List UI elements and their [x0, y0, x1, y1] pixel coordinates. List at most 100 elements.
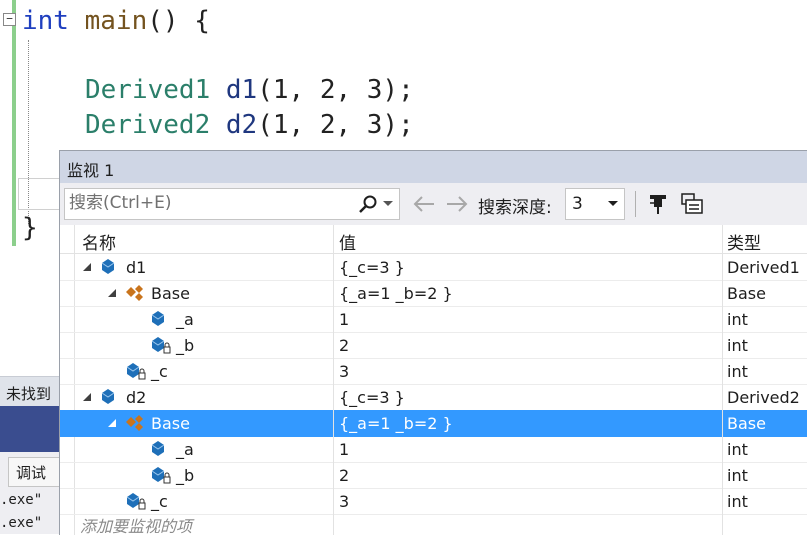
chevron-down-icon[interactable] [608, 201, 618, 207]
row-name: _a [176, 440, 194, 459]
search-depth-value: 3 [572, 194, 583, 214]
private-field-icon [126, 363, 146, 380]
watch-row[interactable]: d1 {_c=3 } Derived1 [60, 254, 807, 281]
column-divider[interactable] [722, 225, 723, 535]
search-icon[interactable] [357, 194, 379, 214]
watch-row[interactable]: _c 3 int [60, 358, 807, 385]
code-punct: () { [147, 6, 210, 36]
private-field-icon [126, 493, 146, 510]
search-options-chevron-icon[interactable] [383, 201, 393, 207]
row-type: int [727, 466, 748, 485]
object-icon [151, 311, 165, 326]
var-d2: d2 [225, 110, 258, 140]
error-list-text: 未找到 [6, 385, 52, 403]
output-line: .exe" [0, 492, 43, 508]
expand-triangle-icon[interactable] [107, 418, 117, 428]
var-d1: d1 [225, 75, 258, 105]
code-line-main: int main() { [22, 6, 210, 36]
column-header-value[interactable]: 值 [339, 229, 356, 254]
search-box [64, 188, 400, 220]
function-name: main [84, 6, 148, 36]
watch-window: 监视 1 搜索深度: 3 [59, 150, 807, 535]
row-value[interactable]: 3 [339, 362, 349, 381]
row-value[interactable]: {_a=1 _b=2 } [339, 414, 453, 433]
type-derived2: Derived2 [85, 110, 211, 140]
watch-title: 监视 1 [67, 161, 115, 180]
row-value[interactable]: 2 [339, 336, 349, 355]
base-class-icon [126, 415, 143, 431]
watch-row[interactable]: Base {_a=1 _b=2 } Base [60, 410, 807, 437]
watch-grid: 名称 值 类型 d1 {_c=3 } Derived1 Base {_a=1 _b=2 … [60, 225, 807, 535]
expand-triangle-icon[interactable] [82, 392, 92, 402]
private-field-icon [151, 467, 171, 484]
object-icon [101, 259, 115, 274]
search-depth-select[interactable]: 3 [565, 188, 625, 220]
error-list-header: 未找到 [0, 376, 62, 407]
toolbar-separator [635, 191, 636, 217]
base-class-icon [126, 285, 143, 301]
column-divider[interactable] [333, 225, 334, 535]
code-args: (1, 2, 3); [257, 75, 414, 105]
watch-row[interactable]: _c 3 int [60, 488, 807, 515]
row-type: Derived2 [727, 388, 800, 407]
row-name: _b [176, 466, 195, 485]
code-args: (1, 2, 3); [257, 110, 414, 140]
row-name: _c [151, 362, 168, 381]
watch-row[interactable]: _b 2 int [60, 462, 807, 489]
expand-triangle-icon[interactable] [107, 288, 117, 298]
row-type: int [727, 492, 748, 511]
add-watch-item[interactable]: 添加要监视的项 [80, 513, 192, 535]
row-type: int [727, 440, 748, 459]
debug-tab-label: 调试 [16, 464, 47, 482]
type-derived1: Derived1 [85, 75, 211, 105]
row-name: Base [151, 414, 190, 433]
grid-header: 名称 值 类型 [60, 225, 807, 254]
row-value[interactable]: 3 [339, 492, 349, 511]
row-name: d2 [126, 388, 147, 407]
row-type: int [727, 336, 748, 355]
column-header-type[interactable]: 类型 [727, 229, 761, 254]
brace-text: } [22, 213, 38, 243]
private-field-icon [151, 337, 171, 354]
search-depth-label: 搜索深度: [478, 198, 552, 218]
keyword-int: int [22, 6, 69, 36]
collapse-toggle[interactable]: − [3, 13, 16, 26]
watch-toolbar: 搜索深度: 3 [60, 183, 807, 225]
row-value[interactable]: 2 [339, 466, 349, 485]
closing-brace: } [22, 213, 38, 243]
row-value[interactable]: {_a=1 _b=2 } [339, 284, 453, 303]
output-line: .exe" [0, 515, 43, 531]
row-name: _a [176, 310, 194, 329]
search-input[interactable] [69, 191, 349, 215]
forward-arrow-icon[interactable] [445, 195, 469, 213]
row-name: _c [151, 492, 168, 511]
row-type: Base [727, 284, 766, 303]
row-value[interactable]: 1 [339, 310, 349, 329]
row-name: d1 [126, 258, 147, 277]
watch-row[interactable]: _b 2 int [60, 332, 807, 359]
watch-row[interactable]: _a 1 int [60, 306, 807, 333]
row-name: Base [151, 284, 190, 303]
panel-tab-strip [0, 406, 62, 452]
row-value[interactable]: {_c=3 } [339, 388, 405, 407]
row-value[interactable]: {_c=3 } [339, 258, 405, 277]
hex-display-icon[interactable] [680, 192, 706, 216]
code-line-d1: Derived1 d1(1, 2, 3); [85, 75, 414, 105]
current-line-highlight [18, 178, 61, 210]
watch-row[interactable]: d2 {_c=3 } Derived2 [60, 384, 807, 411]
expand-triangle-icon[interactable] [82, 262, 92, 272]
back-arrow-icon[interactable] [412, 195, 436, 213]
pin-icon[interactable] [647, 192, 669, 216]
row-name: _b [176, 336, 195, 355]
object-icon [101, 389, 115, 404]
change-tracking-bar [12, 0, 16, 246]
row-type: int [727, 310, 748, 329]
output-source-dropdown[interactable]: 调试 [8, 457, 60, 487]
watch-title-bar[interactable]: 监视 1 [60, 151, 807, 183]
watch-row[interactable]: Base {_a=1 _b=2 } Base [60, 280, 807, 307]
watch-row[interactable]: _a 1 int [60, 436, 807, 463]
row-type: int [727, 362, 748, 381]
row-value[interactable]: 1 [339, 440, 349, 459]
column-header-name[interactable]: 名称 [82, 229, 116, 254]
row-type: Base [727, 414, 766, 433]
